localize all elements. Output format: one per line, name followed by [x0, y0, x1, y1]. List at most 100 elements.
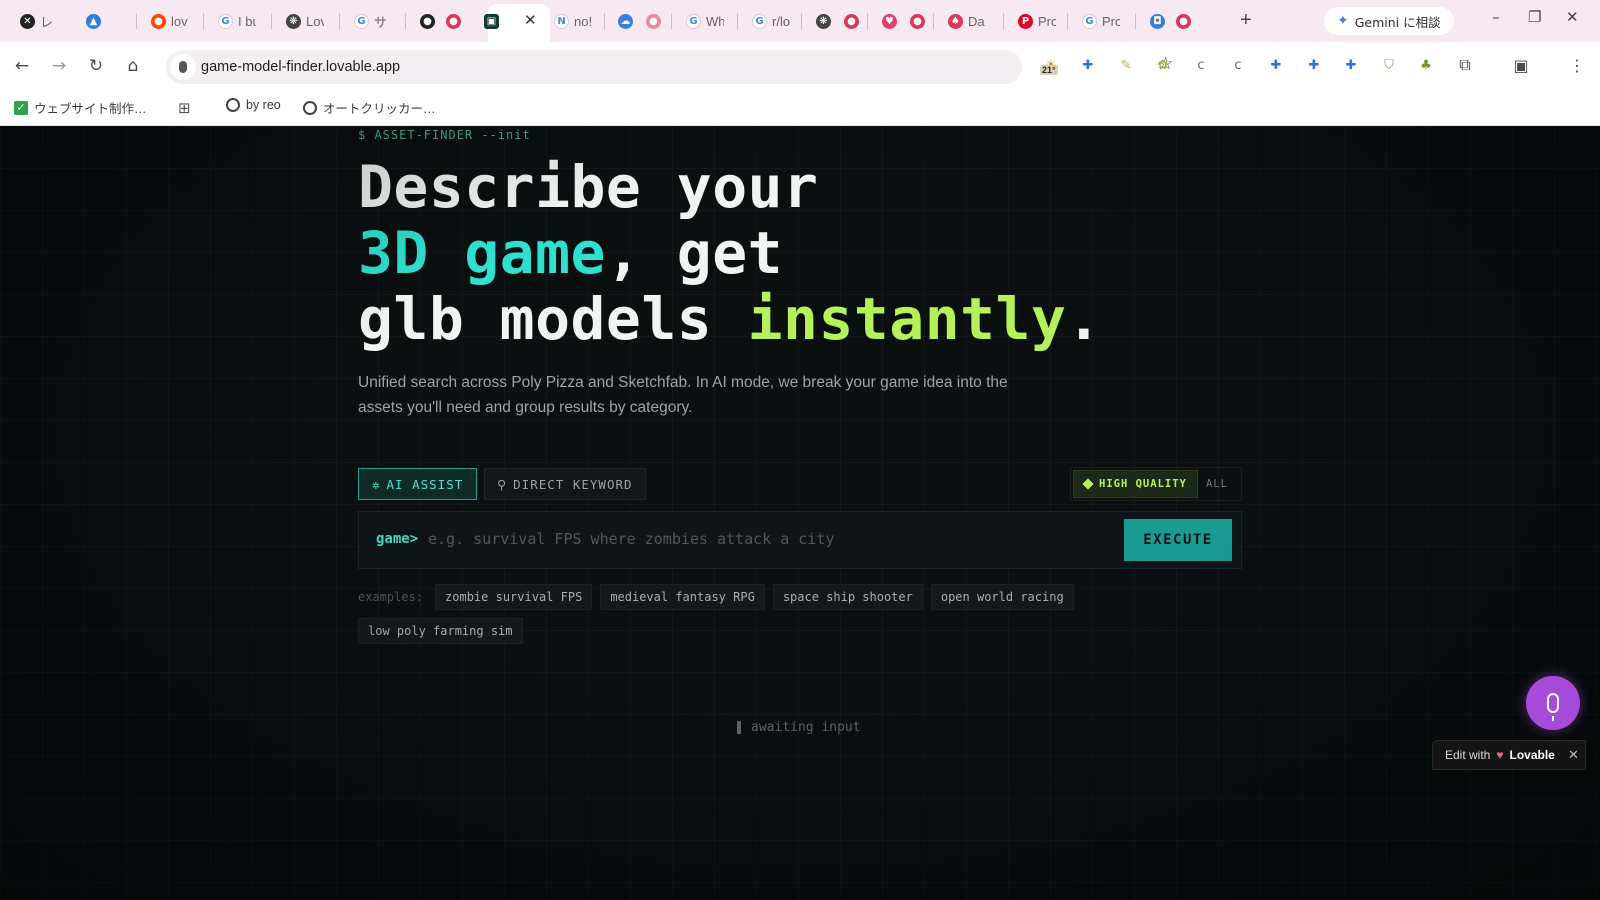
google-icon: G — [1082, 13, 1097, 29]
browser-tab[interactable]: Nno! — [548, 8, 592, 34]
browser-tab[interactable]: G I bu — [212, 8, 256, 34]
tab-label: no! — [574, 13, 592, 29]
sparkle-icon: ✲ — [372, 476, 381, 492]
browser-tab[interactable]: G Pro — [1076, 8, 1120, 34]
tab-label: Lov — [306, 13, 324, 29]
c-extension-2-icon[interactable]: c — [1229, 56, 1247, 74]
execute-button[interactable]: EXECUTE — [1124, 519, 1232, 561]
gemini-button[interactable]: ✦ Gemini に相談 — [1324, 7, 1454, 35]
close-window-icon[interactable]: ✕ — [1566, 8, 1579, 26]
tree-extension-icon[interactable]: ♣ — [1417, 56, 1435, 74]
site-info-icon[interactable] — [170, 54, 196, 80]
bookmark-auto-clicker[interactable]: オートクリッカー… — [303, 98, 436, 117]
shield-extension-icon[interactable]: ⛉ — [1380, 56, 1398, 74]
headline-accent-instantly: instantly — [747, 285, 1067, 353]
headline-line-3: glb models instantly. — [358, 286, 1102, 352]
reload-icon[interactable]: ↻ — [82, 52, 110, 80]
tab-separator — [1003, 13, 1004, 29]
tab-separator — [405, 13, 406, 29]
minimize-icon[interactable]: – — [1492, 8, 1500, 26]
tab-separator — [136, 13, 137, 29]
lovable-icon: ♥ — [882, 13, 897, 29]
status-text: awaiting input — [751, 720, 861, 735]
home-icon[interactable]: ⌂ — [119, 52, 147, 80]
browser-tab[interactable]: ☁ — [612, 8, 633, 34]
example-chip[interactable]: open world racing — [930, 584, 1074, 610]
browser-tab[interactable]: Gr/lo — [746, 8, 790, 34]
bookmarks-bar: ✓ ウェブサイト制作… ⊞ by reo オートクリッカー… — [0, 90, 1600, 126]
url-text[interactable]: game-model-finder.lovable.app — [201, 59, 400, 75]
badge-close-icon[interactable]: ✕ — [1568, 747, 1579, 763]
new-tab-button[interactable]: + — [1240, 9, 1252, 31]
browser-tab[interactable]: ◘ — [1144, 8, 1165, 34]
example-chip[interactable]: medieval fantasy RPG — [600, 584, 765, 610]
tab-separator — [867, 13, 868, 29]
tab-label: Wh — [706, 13, 724, 29]
example-chip[interactable]: space ship shooter — [772, 584, 923, 610]
examples-label: examples: — [358, 590, 424, 604]
browser-tab[interactable]: ✕ レ — [14, 8, 58, 34]
tab-label: I bu — [238, 13, 256, 29]
restore-icon[interactable]: ❐ — [1528, 8, 1541, 26]
lovable-badge-prefix: Edit with — [1445, 748, 1491, 762]
browser-tab[interactable]: ● — [1170, 8, 1191, 34]
forward-arrow-icon[interactable]: → — [45, 52, 73, 80]
status-line: awaiting input — [737, 720, 861, 735]
bookmark-label: オートクリッカー… — [323, 102, 436, 116]
browser-tab[interactable]: ♥ — [876, 8, 897, 34]
side-panel-icon[interactable]: ▣ — [1512, 56, 1530, 75]
browser-tab[interactable]: P Pro — [1012, 8, 1056, 34]
browser-tab[interactable]: ▣ — [478, 8, 499, 34]
puzzle-extension-3-icon[interactable]: ✚ — [1305, 56, 1323, 74]
page-title: Describe your 3D game, get glb models in… — [358, 154, 1102, 352]
address-bar[interactable]: game-model-finder.lovable.app ☆ — [166, 50, 1173, 84]
browser-tab[interactable]: G Wh — [680, 8, 724, 34]
back-arrow-icon[interactable]: ← — [8, 52, 36, 80]
all-toggle[interactable]: ALL — [1196, 470, 1238, 498]
edit-with-lovable-badge[interactable]: Edit with ♥ Lovable — [1432, 740, 1586, 770]
browser-tab[interactable]: Gサ — [348, 8, 392, 34]
search-input[interactable] — [428, 530, 1108, 548]
browser-tab[interactable]: ❋ — [810, 8, 831, 34]
browser-tab[interactable]: ● — [640, 8, 661, 34]
tab-separator — [1135, 13, 1136, 29]
browser-menu-icon[interactable]: ⋮ — [1568, 56, 1586, 75]
high-quality-toggle[interactable]: HIGH QUALITY — [1073, 470, 1198, 498]
browser-tab[interactable]: ❋ Lov — [280, 8, 324, 34]
puzzle-extension-4-icon[interactable]: ✚ — [1342, 56, 1360, 74]
ai-assist-tab[interactable]: ✲ AI ASSIST — [358, 468, 478, 500]
bookmark-website-production[interactable]: ✓ ウェブサイト制作… — [14, 98, 147, 117]
dark-app-icon: ● — [420, 13, 435, 29]
chart-icon: ▲ — [86, 13, 101, 29]
c-extension-icon[interactable]: c — [1192, 56, 1210, 74]
browser-tab[interactable]: ● — [838, 8, 859, 34]
example-chip[interactable]: low poly farming sim — [358, 618, 523, 644]
browser-tab[interactable]: ● lov — [145, 8, 189, 34]
record-icon: ● — [646, 13, 661, 29]
leaf-extension-icon[interactable]: ✿ — [1154, 56, 1172, 74]
apps-grid-icon[interactable]: ⊞ — [178, 99, 191, 117]
browser-tab-strip: ✕レ▲●lovGI bu❋LovGサ●●▣Nno!☁●GWhGr/lo❋●♥●♠… — [0, 0, 1600, 42]
browser-tab[interactable]: ▲ — [80, 8, 101, 34]
record-icon: ● — [910, 13, 925, 29]
headline-line-3-start: glb models — [358, 285, 748, 353]
puzzle-extension-icon[interactable]: ✚ — [1079, 56, 1097, 74]
browser-tab[interactable]: ● — [904, 8, 925, 34]
tab-close-icon[interactable]: ✕ — [524, 10, 537, 32]
square-blue-icon: ◘ — [1150, 13, 1165, 29]
examples-list: examples: zombie survival FPS medieval fa… — [358, 584, 1118, 644]
extensions-menu-icon[interactable]: ⧉ — [1456, 55, 1474, 74]
lovable-heart-icon: ♥ — [1496, 748, 1504, 762]
microphone-button[interactable] — [1526, 676, 1580, 730]
bookmark-by-reo[interactable]: by reo — [226, 98, 281, 112]
direct-keyword-tab[interactable]: ⚲ DIRECT KEYWORD — [484, 468, 646, 500]
browser-tab[interactable]: ● — [414, 8, 435, 34]
example-chip[interactable]: zombie survival FPS — [435, 584, 593, 610]
page-subtitle: Unified search across Poly Pizza and Ske… — [358, 374, 1008, 416]
browser-tab[interactable]: ♠ Da — [942, 8, 986, 34]
pen-extension-icon[interactable]: ✎ — [1117, 56, 1135, 74]
tab-label: サ — [374, 14, 388, 30]
openai-icon: ❋ — [286, 13, 301, 29]
puzzle-extension-2-icon[interactable]: ✚ — [1267, 56, 1285, 74]
browser-tab[interactable]: ● — [440, 8, 461, 34]
